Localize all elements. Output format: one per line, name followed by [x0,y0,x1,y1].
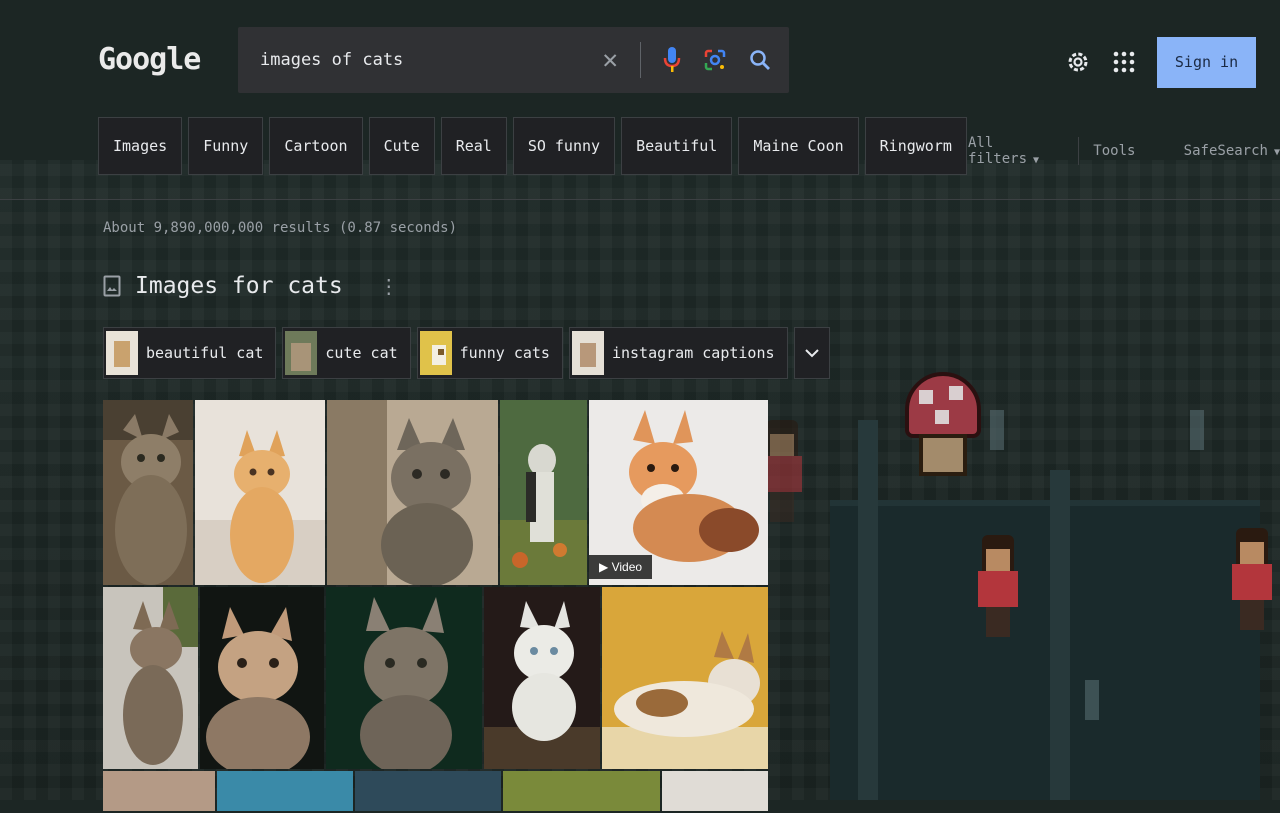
image-result[interactable] [662,771,768,811]
chip-ringworm[interactable]: Ringworm [864,117,967,175]
cat-photo [500,400,587,585]
pixel-lamp [1085,680,1099,720]
chip-cute[interactable]: Cute [368,117,435,175]
cat-photo [327,400,498,585]
cat-photo [103,400,193,585]
image-result[interactable] [503,771,660,811]
header-divider [0,199,1280,200]
more-options-icon[interactable]: ⋮ [379,274,399,298]
image-result[interactable] [103,587,198,769]
related-chip[interactable]: funny cats [416,327,563,379]
image-result[interactable] [195,400,325,585]
image-result[interactable] [200,587,324,769]
all-filters-button[interactable]: All filters ▼ [968,135,1064,167]
video-badge: ▶ Video [589,555,653,579]
image-result[interactable] [217,771,353,811]
pixel-lamp [990,410,1004,450]
search-icon[interactable] [749,49,771,71]
pixel-building [830,500,1260,800]
image-result[interactable] [103,771,215,811]
settings-gear-icon[interactable] [1065,49,1091,75]
cat-photo [484,587,600,769]
cat-photo [200,587,324,769]
related-thumbnail [419,331,452,375]
image-result[interactable] [355,771,501,811]
related-searches: beautiful cat cute cat funny cats instag… [103,327,830,379]
image-icon [103,275,121,297]
clear-icon[interactable]: ✕ [602,47,618,73]
expand-related-button[interactable] [793,327,830,379]
related-label: funny cats [459,344,550,362]
chip-cartoon[interactable]: Cartoon [269,117,363,175]
search-input[interactable] [258,49,602,71]
chip-images[interactable]: Images [98,117,183,175]
related-chip[interactable]: cute cat [282,327,411,379]
result-stats: About 9,890,000,000 results (0.87 second… [103,220,458,236]
cat-photo [195,400,325,585]
microphone-icon[interactable] [663,46,681,74]
tools-button[interactable]: Tools [1093,143,1135,159]
related-label: cute cat [325,344,398,362]
safesearch-label: SafeSearch [1183,143,1268,159]
chip-funny[interactable]: Funny [188,117,264,175]
pixel-character [976,535,1020,645]
related-chip[interactable]: instagram captions [568,327,788,379]
chip-so-funny[interactable]: SO funny [512,117,616,175]
image-result[interactable] [327,400,498,585]
google-lens-icon[interactable] [703,48,727,72]
image-result[interactable] [500,400,587,585]
chip-real[interactable]: Real [440,117,507,175]
filter-chips: Images Funny Cartoon Cute Real SO funny … [98,117,967,175]
related-chip[interactable]: beautiful cat [103,327,277,379]
tools-divider [1078,137,1080,165]
sign-in-button[interactable]: Sign in [1157,36,1256,88]
image-result[interactable]: ▶ Video [589,400,768,585]
search-divider [640,42,641,78]
cat-photo [602,587,768,769]
image-result[interactable] [602,587,768,769]
apps-grid-icon[interactable] [1113,51,1135,73]
image-result[interactable] [103,400,193,585]
image-result[interactable] [484,587,600,769]
all-filters-label: All filters [968,135,1028,167]
related-label: instagram captions [611,344,775,362]
pixel-lamp [1190,410,1204,450]
safesearch-button[interactable]: SafeSearch ▼ [1184,143,1280,159]
related-thumbnail [285,331,318,375]
pixel-pillar [1050,470,1070,800]
cat-photo [326,587,482,769]
pixel-character [1230,528,1274,638]
images-section-header: Images for cats ⋮ [103,273,399,299]
search-tools-row: All filters ▼ Tools SafeSearch ▼ [968,135,1280,167]
caret-down-icon: ▼ [1273,147,1280,158]
related-label: beautiful cat [146,344,264,362]
image-result[interactable] [326,587,482,769]
related-thumbnail [571,331,604,375]
video-badge-label: Video [611,560,643,574]
caret-down-icon: ▼ [1033,155,1040,166]
google-logo[interactable]: Google [98,42,201,77]
image-grid: ▶ Video [103,400,768,813]
pixel-pillar [858,420,878,800]
images-heading: Images for cats [135,273,343,299]
chip-beautiful[interactable]: Beautiful [621,117,733,175]
pixel-mushroom [905,372,981,482]
cat-photo [103,587,198,769]
related-thumbnail [106,331,138,375]
chevron-down-icon [804,349,819,358]
search-bar[interactable]: ✕ [238,27,789,93]
chip-maine-coon[interactable]: Maine Coon [738,117,859,175]
